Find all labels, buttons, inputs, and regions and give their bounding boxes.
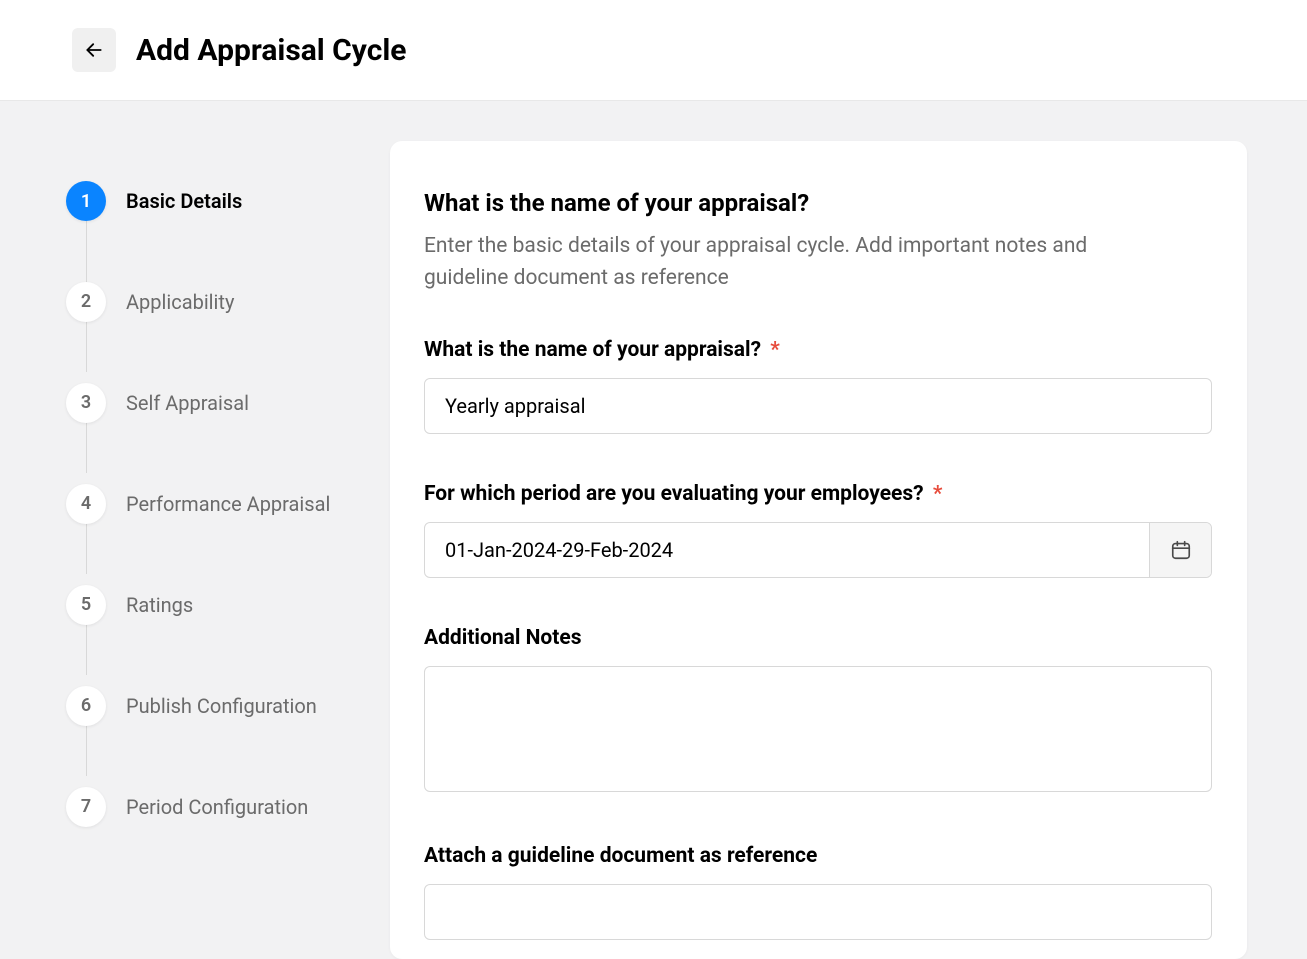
field-label-text: What is the name of your appraisal? <box>424 338 761 362</box>
attach-guideline-input[interactable] <box>424 884 1212 940</box>
additional-notes-textarea[interactable] <box>424 666 1212 792</box>
field-appraisal-name: What is the name of your appraisal? * <box>424 338 1207 434</box>
required-indicator: * <box>933 482 943 506</box>
section-description: Enter the basic details of your appraisa… <box>424 231 1144 294</box>
step-sidebar: 1 Basic Details 2 Applicability 3 Self A… <box>0 141 390 959</box>
field-evaluation-period: For which period are you evaluating your… <box>424 482 1207 578</box>
step-item-performance-appraisal[interactable]: 4 Performance Appraisal <box>66 453 360 554</box>
date-input-wrapper <box>424 522 1212 578</box>
required-indicator: * <box>770 338 780 362</box>
step-number: 2 <box>66 282 106 322</box>
field-label: For which period are you evaluating your… <box>424 482 1207 506</box>
step-item-publish-configuration[interactable]: 6 Publish Configuration <box>66 655 360 756</box>
step-label: Publish Configuration <box>126 694 317 718</box>
field-label-text: For which period are you evaluating your… <box>424 482 924 506</box>
step-label: Applicability <box>126 290 234 314</box>
field-label: Additional Notes <box>424 626 1207 650</box>
step-item-basic-details[interactable]: 1 Basic Details <box>66 181 360 251</box>
page-header: Add Appraisal Cycle <box>0 0 1307 100</box>
field-additional-notes: Additional Notes <box>424 626 1207 796</box>
step-item-applicability[interactable]: 2 Applicability <box>66 251 360 352</box>
step-item-self-appraisal[interactable]: 3 Self Appraisal <box>66 352 360 453</box>
section-title: What is the name of your appraisal? <box>424 189 1207 217</box>
calendar-button[interactable] <box>1149 523 1211 577</box>
step-number: 4 <box>66 484 106 524</box>
back-button[interactable] <box>72 28 116 72</box>
appraisal-name-input[interactable] <box>424 378 1212 434</box>
step-item-period-configuration[interactable]: 7 Period Configuration <box>66 756 360 857</box>
period-date-input[interactable] <box>425 523 1149 577</box>
field-label: What is the name of your appraisal? * <box>424 338 1207 362</box>
step-number: 7 <box>66 787 106 827</box>
step-number: 3 <box>66 383 106 423</box>
step-label: Performance Appraisal <box>126 492 330 516</box>
step-number: 5 <box>66 585 106 625</box>
content-area: 1 Basic Details 2 Applicability 3 Self A… <box>0 100 1307 959</box>
step-label: Basic Details <box>126 189 242 213</box>
step-number: 1 <box>66 181 106 221</box>
step-list: 1 Basic Details 2 Applicability 3 Self A… <box>66 181 360 857</box>
field-attach-guideline: Attach a guideline document as reference <box>424 844 1207 940</box>
step-number: 6 <box>66 686 106 726</box>
main-form-card: What is the name of your appraisal? Ente… <box>390 141 1247 959</box>
page-title: Add Appraisal Cycle <box>136 33 407 68</box>
step-item-ratings[interactable]: 5 Ratings <box>66 554 360 655</box>
arrow-left-icon <box>84 40 104 60</box>
step-label: Self Appraisal <box>126 391 249 415</box>
step-label: Period Configuration <box>126 795 308 819</box>
field-label: Attach a guideline document as reference <box>424 844 1207 868</box>
step-label: Ratings <box>126 593 193 617</box>
calendar-icon <box>1170 539 1192 561</box>
